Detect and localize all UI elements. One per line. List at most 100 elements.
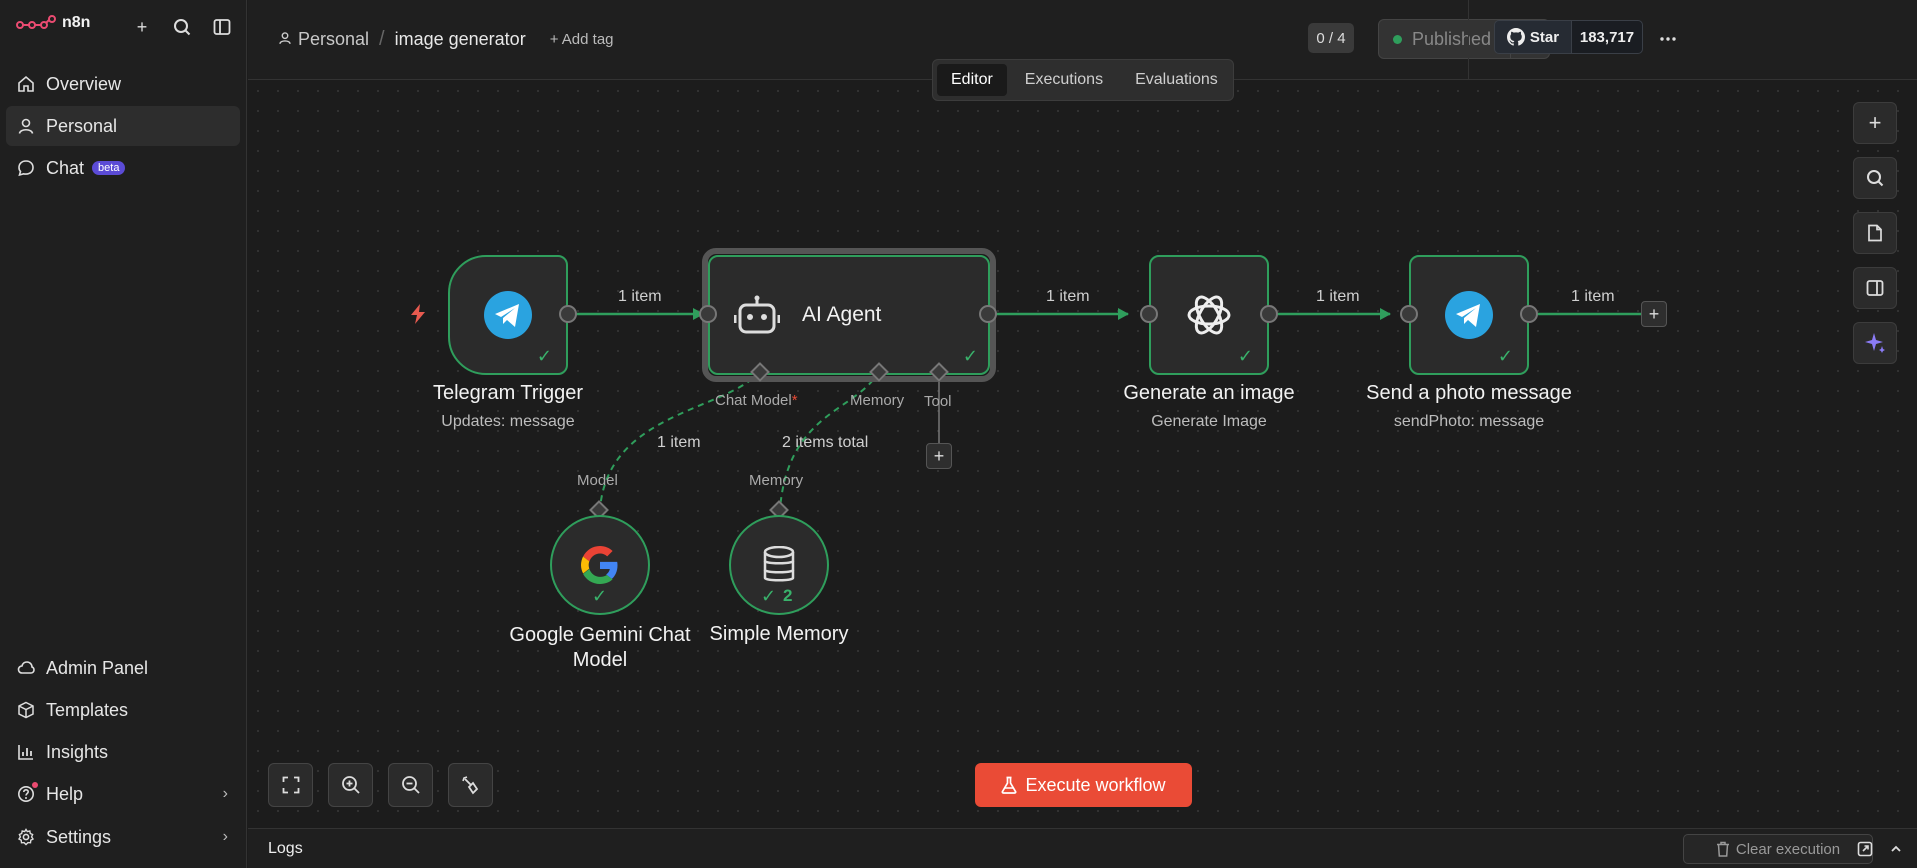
edge-item-count: 1 item	[657, 434, 701, 451]
nav-personal[interactable]: Personal	[6, 106, 240, 146]
edge-item-count: 1 item	[618, 288, 662, 305]
clear-execution-button[interactable]: Clear execution	[1683, 834, 1873, 864]
node-generate-image[interactable]: ✓	[1149, 255, 1269, 375]
n8n-logo[interactable]: n8n	[16, 14, 90, 32]
fit-view-button[interactable]	[268, 763, 313, 807]
gear-icon	[16, 827, 36, 847]
nav-settings[interactable]: Settings ›	[6, 817, 240, 857]
github-star-button[interactable]: Star	[1494, 20, 1572, 54]
pop-out-icon[interactable]	[1855, 839, 1875, 859]
input-handle[interactable]	[1140, 305, 1158, 323]
node-title: AI Agent	[802, 303, 882, 326]
add-icon[interactable]: +	[129, 14, 155, 40]
zoom-in-icon	[341, 776, 360, 794]
panel-icon	[1866, 280, 1884, 296]
owner-user-icon	[278, 29, 292, 50]
user-icon	[16, 116, 36, 136]
telegram-icon	[1445, 291, 1493, 339]
node-title: Simple Memory	[709, 623, 849, 645]
nav-templates[interactable]: Templates	[6, 690, 240, 730]
output-handle[interactable]	[559, 305, 577, 323]
nav-label: Insights	[46, 741, 109, 762]
node-telegram-trigger[interactable]: ✓	[448, 255, 568, 375]
workflow-name[interactable]: image generator	[395, 29, 526, 50]
clear-execution-label: Clear execution	[1735, 840, 1841, 858]
ai-assistant-button[interactable]	[1853, 322, 1897, 364]
output-handle[interactable]	[1520, 305, 1538, 323]
nav-label: Personal	[46, 115, 118, 136]
chevron-up-icon[interactable]	[1886, 839, 1906, 859]
nav-admin-panel[interactable]: Admin Panel	[6, 648, 240, 688]
breadcrumb: Personal / image generator + Add tag	[278, 28, 614, 51]
box-icon	[16, 700, 36, 720]
execute-label: Execute workflow	[1025, 774, 1166, 795]
broom-icon	[461, 776, 478, 795]
nav-label: Overview	[46, 73, 122, 94]
collapse-sidebar-icon[interactable]	[209, 14, 235, 40]
logs-bar[interactable]: Logs Clear execution	[248, 828, 1917, 868]
node-simple-memory[interactable]: ✓ 2	[729, 515, 829, 615]
notification-dot	[32, 782, 38, 788]
node-google-gemini[interactable]: ✓	[550, 515, 650, 615]
search-nodes-button[interactable]	[1853, 157, 1897, 199]
note-icon	[1868, 224, 1882, 242]
tab-executions[interactable]: Executions	[1011, 64, 1117, 96]
nav-label: Admin Panel	[46, 657, 149, 678]
trash-icon	[1716, 841, 1729, 857]
nav-insights[interactable]: Insights	[6, 732, 240, 772]
robot-icon	[734, 295, 780, 334]
logs-label: Logs	[268, 840, 303, 857]
nav-overview[interactable]: Overview	[6, 64, 240, 104]
tidy-up-button[interactable]	[448, 763, 493, 807]
cloud-icon	[16, 658, 36, 678]
input-handle[interactable]	[699, 305, 717, 323]
chevron-right-icon: ›	[222, 828, 228, 845]
port-label-model: Model	[577, 472, 618, 489]
edge-item-count: 1 item	[1046, 288, 1090, 305]
output-handle[interactable]	[979, 305, 997, 323]
tab-evaluations[interactable]: Evaluations	[1121, 64, 1232, 96]
trigger-bolt-icon	[411, 304, 425, 324]
node-ai-agent[interactable]: AI Agent ✓	[708, 255, 990, 375]
zoom-out-icon	[401, 776, 420, 794]
node-title: Generate an image	[1123, 382, 1295, 404]
add-node-tool-button[interactable]: +	[1853, 102, 1897, 144]
search-icon	[1867, 170, 1884, 187]
view-tabs: Editor Executions Evaluations	[932, 59, 1234, 101]
help-icon	[16, 782, 38, 804]
published-label: Published	[1412, 28, 1492, 49]
sidebar: n8n + Overview Personal Chat beta Admin …	[0, 0, 247, 868]
toggle-panel-button[interactable]	[1853, 267, 1897, 309]
nav-label: Help	[46, 783, 84, 804]
nav-help[interactable]: Help ›	[6, 774, 240, 814]
github-star-count[interactable]: 183,717	[1571, 20, 1643, 54]
n8n-logo-icon	[16, 15, 56, 29]
execute-workflow-button[interactable]: Execute workflow	[975, 763, 1192, 807]
database-icon	[763, 546, 795, 582]
nav-chat[interactable]: Chat beta	[6, 148, 240, 188]
node-title: Send a photo message	[1366, 382, 1572, 404]
add-tool-button[interactable]: +	[926, 443, 952, 469]
sticky-note-button[interactable]	[1853, 212, 1897, 254]
add-tag-button[interactable]: + Add tag	[550, 31, 614, 48]
github-star-label: Star	[1529, 28, 1560, 46]
node-send-photo[interactable]: ✓	[1409, 255, 1529, 375]
published-button[interactable]: Published	[1378, 19, 1511, 59]
tab-editor[interactable]: Editor	[937, 64, 1007, 96]
edge-item-count: 1 item	[1571, 288, 1615, 305]
input-handle[interactable]	[1400, 305, 1418, 323]
run-count: 2	[783, 586, 793, 605]
flask-icon	[1001, 776, 1018, 794]
search-icon[interactable]	[169, 14, 195, 40]
zoom-out-button[interactable]	[388, 763, 433, 807]
add-node-button[interactable]: +	[1641, 301, 1667, 327]
more-options-icon[interactable]	[1654, 25, 1682, 53]
zoom-in-button[interactable]	[328, 763, 373, 807]
beta-badge: beta	[92, 161, 126, 175]
success-check-icon: ✓	[536, 346, 552, 366]
nav-label: Chat	[46, 157, 85, 178]
workflow-canvas[interactable]: ✓ Telegram Trigger Updates: message 1 it…	[248, 81, 1917, 828]
fullscreen-icon	[282, 776, 299, 794]
output-handle[interactable]	[1260, 305, 1278, 323]
breadcrumb-owner[interactable]: Personal	[298, 29, 369, 50]
